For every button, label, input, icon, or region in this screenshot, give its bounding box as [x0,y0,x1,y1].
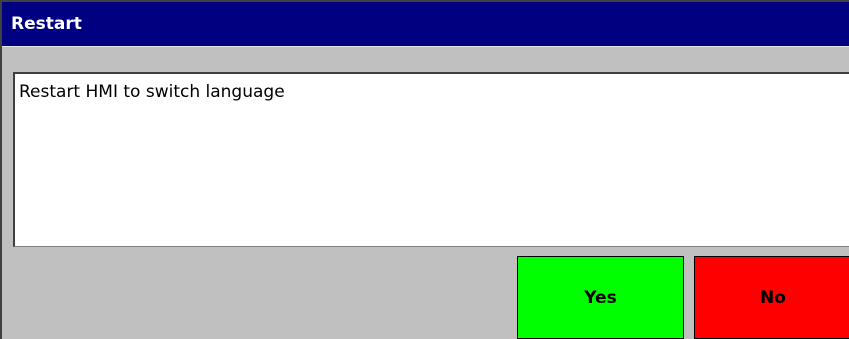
yes-button-label: Yes [584,287,617,308]
dialog-title: Restart [2,2,849,47]
no-button-label: No [760,287,786,308]
no-button[interactable]: No [694,256,849,339]
message-text-area: Restart HMI to switch language [13,72,849,247]
yes-button[interactable]: Yes [517,256,684,339]
message-text: Restart HMI to switch language [19,82,285,102]
restart-dialog: Restart Restart HMI to switch language Y… [0,0,849,339]
